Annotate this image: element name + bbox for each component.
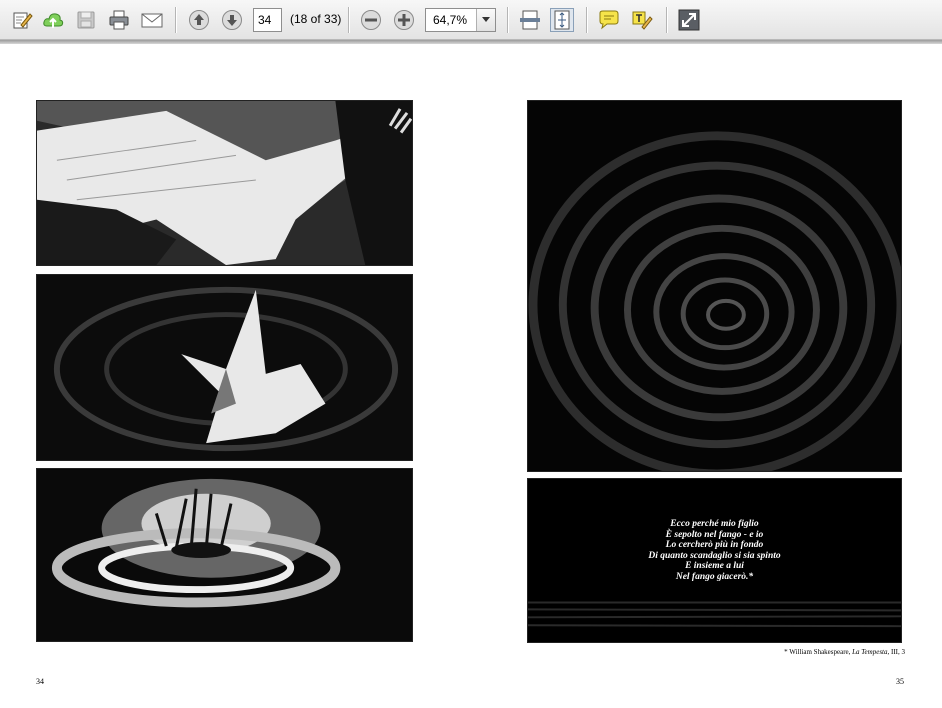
- comment-button[interactable]: [597, 8, 621, 32]
- toolbar: (18 of 33) 64,7%: [0, 0, 942, 40]
- chevron-down-icon: [482, 17, 490, 22]
- zoom-value: 64,7%: [433, 13, 468, 27]
- toolbar-shadow: [0, 40, 942, 44]
- print-button[interactable]: [107, 8, 131, 32]
- save-button[interactable]: [74, 8, 98, 32]
- zoom-out-button[interactable]: [359, 8, 383, 32]
- fit-page-button[interactable]: [550, 8, 574, 32]
- zoom-out-icon: [361, 10, 381, 30]
- fit-width-icon: [520, 10, 540, 30]
- print-icon: [109, 10, 129, 30]
- save-icon: [77, 11, 95, 29]
- fit-page-icon: [554, 10, 570, 30]
- previous-page-button[interactable]: [187, 8, 211, 32]
- right-page-number: 35: [896, 677, 904, 686]
- panel-illustration: [37, 275, 412, 460]
- comic-panel-whirlpool: [527, 100, 902, 472]
- footnote-prefix: * William Shakespeare,: [784, 648, 851, 656]
- email-icon: [141, 13, 163, 28]
- quote-line: È sepolto nel fango - e io: [665, 529, 764, 540]
- fullscreen-icon: [678, 9, 700, 31]
- quote-line: Ecco perché mio figlio: [670, 519, 759, 529]
- quote-line: E insieme a lui: [685, 561, 744, 571]
- comic-panel-arm: [36, 100, 413, 266]
- comic-panel-falling-figure: [36, 274, 413, 461]
- quote-line: Lo cercherò più in fondo: [665, 540, 764, 550]
- edit-button[interactable]: [10, 8, 34, 32]
- comic-panel-splash: [36, 468, 413, 642]
- panel-illustration: [528, 101, 901, 471]
- footnote-suffix: , III, 3: [887, 648, 906, 656]
- shakespeare-quote: Ecco perché mio figlio È sepolto nel fan…: [528, 519, 901, 582]
- upload-button[interactable]: [41, 8, 65, 32]
- previous-page-icon: [189, 10, 209, 30]
- footnote: * William Shakespeare, La Tempesta, III,…: [700, 648, 905, 656]
- panel-illustration: [37, 101, 412, 265]
- toolbar-separator: [586, 7, 588, 33]
- zoom-in-button[interactable]: [392, 8, 416, 32]
- fit-width-button[interactable]: [518, 8, 542, 32]
- panel-illustration: [37, 469, 412, 641]
- toolbar-separator: [507, 7, 509, 33]
- footnote-title: La Tempesta: [852, 648, 888, 656]
- quote-line: Nel fango giacerò.*: [675, 571, 754, 582]
- comment-icon: [599, 10, 619, 30]
- edit-icon: [13, 12, 33, 29]
- page-number-input[interactable]: [253, 8, 282, 32]
- upload-icon: [43, 13, 64, 28]
- quote-line: Di quanto scandaglio si sia spinto: [648, 550, 781, 561]
- zoom-in-icon: [394, 10, 414, 30]
- toolbar-separator: [348, 7, 350, 33]
- next-page-icon: [222, 10, 242, 30]
- toolbar-separator: [666, 7, 668, 33]
- zoom-dropdown-button[interactable]: [476, 9, 495, 31]
- toolbar-separator: [175, 7, 177, 33]
- zoom-select[interactable]: 64,7%: [425, 8, 496, 32]
- highlight-text-icon: [632, 11, 653, 30]
- next-page-button[interactable]: [220, 8, 244, 32]
- left-page-number: 34: [36, 677, 44, 686]
- fullscreen-button[interactable]: [677, 8, 701, 32]
- comic-panel-quote: Ecco perché mio figlio È sepolto nel fan…: [527, 478, 902, 643]
- highlight-text-button[interactable]: [630, 8, 654, 32]
- email-button[interactable]: [140, 8, 164, 32]
- page-count-label: (18 of 33): [290, 12, 342, 26]
